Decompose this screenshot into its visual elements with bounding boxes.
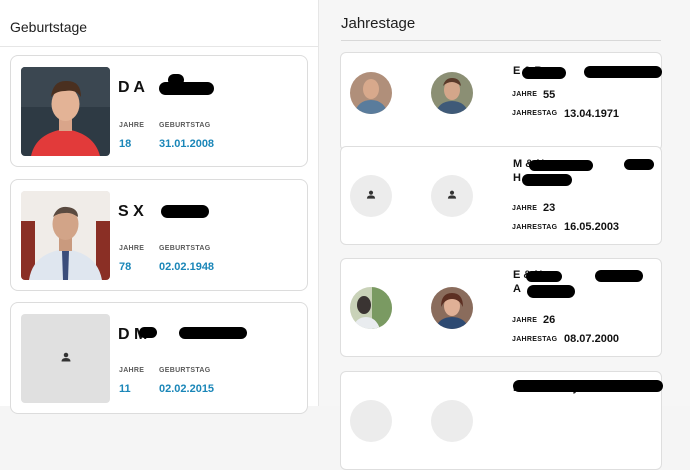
person-name: S X xyxy=(118,203,144,220)
years-label: JAHRE xyxy=(119,367,145,374)
partner-avatar xyxy=(350,72,392,114)
partner-avatar-placeholder xyxy=(350,175,392,217)
anniversary-label: JAHRESTAG xyxy=(512,336,558,343)
years-label: JAHRE xyxy=(119,122,145,129)
birthday-value: 31.01.2008 xyxy=(159,138,215,150)
birthday-card[interactable]: D A JAHRE GEBURTSTAG 18 31.01.2008 xyxy=(10,55,308,167)
redaction-mark xyxy=(584,66,662,78)
person-name: D A xyxy=(118,79,145,96)
person-icon xyxy=(60,350,72,368)
redaction-mark xyxy=(527,285,575,298)
partner-avatar xyxy=(431,287,473,329)
birthday-value: 02.02.2015 xyxy=(159,383,215,395)
person-photo-placeholder xyxy=(21,314,110,403)
years-value: 26 xyxy=(543,314,556,326)
birthdays-panel: Geburtstage D A JAHRE GEBURTSTAG 18 31.0… xyxy=(0,0,319,414)
partner-avatar xyxy=(350,400,392,442)
birthday-label: GEBURTSTAG xyxy=(159,122,211,129)
divider xyxy=(0,46,318,47)
redaction-mark xyxy=(595,270,643,282)
birthday-label: GEBURTSTAG xyxy=(159,367,211,374)
birthday-label: GEBURTSTAG xyxy=(159,245,211,252)
anniversary-card[interactable]: Erkan Akkaya & Nermina xyxy=(340,371,663,470)
redaction-mark xyxy=(529,160,593,171)
anniversary-value: 16.05.2003 xyxy=(564,221,620,233)
birthdays-title: Geburtstage xyxy=(10,19,88,35)
years-label: JAHRE xyxy=(512,317,538,324)
redaction-mark xyxy=(161,205,209,218)
divider xyxy=(341,40,661,41)
partner-avatar xyxy=(431,400,473,442)
anniversaries-panel: Jahrestage E & R JAHRE 55 JAHRESTAG 13.0… xyxy=(319,0,690,470)
anniversary-value: 13.04.1971 xyxy=(564,108,620,120)
anniversary-card[interactable]: E & N A JAHRE 26 JAHRESTAG 08.07.2000 xyxy=(340,258,662,357)
anniversary-card[interactable]: E & R JAHRE 55 JAHRESTAG 13.04.1971 xyxy=(340,52,662,151)
years-value: 55 xyxy=(543,89,556,101)
anniversary-label: JAHRESTAG xyxy=(512,110,558,117)
birthday-value: 02.02.1948 xyxy=(159,261,215,273)
partner-avatar xyxy=(431,72,473,114)
person-photo xyxy=(21,67,110,156)
anniversary-value: 08.07.2000 xyxy=(564,333,620,345)
years-value: 78 xyxy=(119,261,132,273)
years-value: 18 xyxy=(119,138,132,150)
redaction-mark xyxy=(179,327,247,339)
years-label: JAHRE xyxy=(512,91,538,98)
redaction-mark xyxy=(139,327,157,338)
redaction-mark xyxy=(526,271,562,282)
birthday-card[interactable]: D M JAHRE GEBURTSTAG 11 02.02.2015 xyxy=(10,302,308,414)
redaction-mark xyxy=(168,74,184,86)
redaction-mark xyxy=(624,159,654,170)
person-icon xyxy=(366,187,377,205)
person-icon xyxy=(447,187,458,205)
years-value: 11 xyxy=(119,383,131,395)
years-value: 23 xyxy=(543,202,556,214)
years-label: JAHRE xyxy=(512,205,538,212)
redaction-mark xyxy=(522,67,566,79)
anniversaries-title: Jahrestage xyxy=(341,15,416,32)
partner-avatar-placeholder xyxy=(431,175,473,217)
redaction-mark xyxy=(159,82,214,95)
years-label: JAHRE xyxy=(119,245,145,252)
birthday-card[interactable]: S X JAHRE GEBURTSTAG 78 02.02.1948 xyxy=(10,179,308,291)
redaction-mark xyxy=(513,380,663,392)
partner-avatar xyxy=(350,287,392,329)
redaction-mark xyxy=(522,174,572,186)
anniversary-label: JAHRESTAG xyxy=(512,224,558,231)
person-photo xyxy=(21,191,110,280)
anniversary-card[interactable]: M & N H JAHRE 23 JAHRESTAG 16.05.2003 xyxy=(340,146,662,245)
